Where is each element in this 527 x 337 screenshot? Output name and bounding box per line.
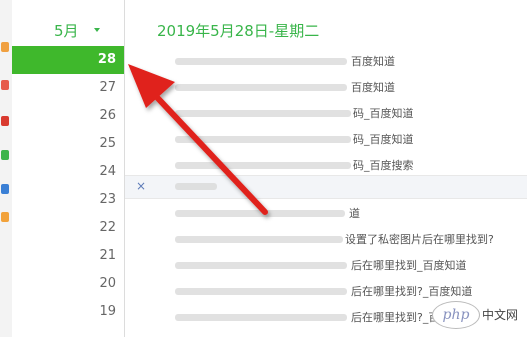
php-logo: php	[432, 301, 480, 329]
annotation-arrow	[128, 64, 268, 215]
watermark: php 中文网	[432, 300, 524, 329]
watermark-text: 中文网	[482, 308, 519, 322]
arrow-shaft	[149, 89, 268, 215]
arrow-head	[128, 64, 175, 108]
